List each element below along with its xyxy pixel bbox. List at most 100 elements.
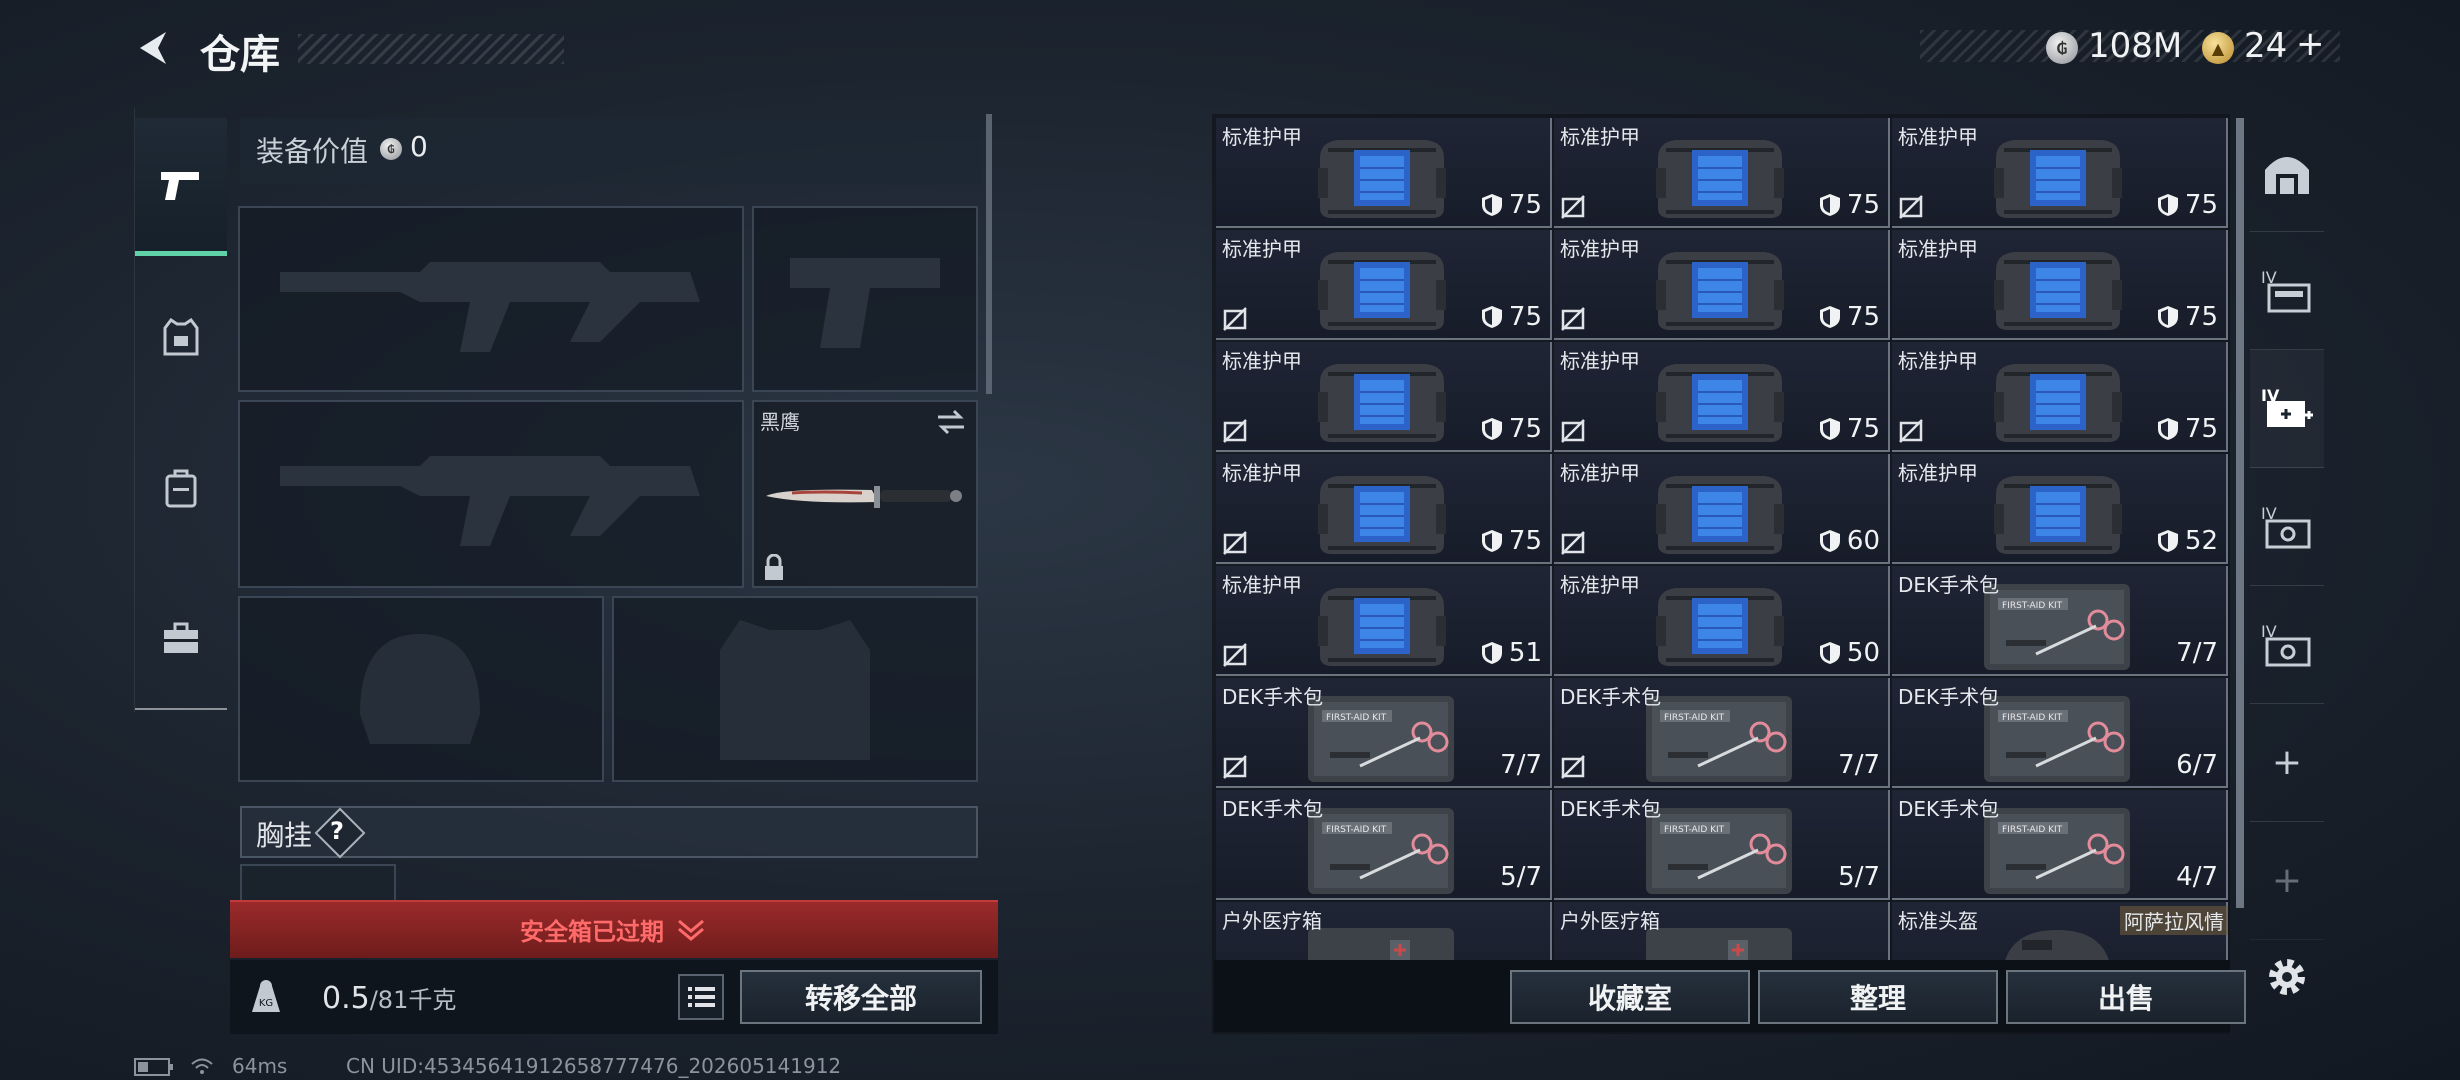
item-name: 标准护甲	[1222, 461, 1302, 485]
storage-item[interactable]: 标准护甲 52	[1892, 454, 2228, 564]
no-insurance-icon	[1561, 419, 1585, 443]
chest-rig-slot[interactable]	[240, 864, 396, 904]
storage-item[interactable]: 标准护甲 60	[1554, 454, 1890, 564]
armor-item-image	[1318, 588, 1446, 666]
armor-vest-icon	[163, 318, 199, 356]
helmet-slot[interactable]	[238, 596, 604, 782]
storage-item[interactable]: 标准护甲 75	[1216, 118, 1552, 228]
no-insurance-icon	[1899, 419, 1923, 443]
item-name: 户外医疗箱	[1222, 909, 1322, 933]
equipment-value-label: 装备价值	[256, 135, 369, 168]
secondary-weapon-slot[interactable]	[238, 400, 744, 588]
svg-text:FIRST-AID KIT: FIRST-AID KIT	[1326, 713, 1387, 723]
item-value-text: 5/7	[1838, 862, 1880, 892]
storage-item[interactable]: FIRST-AID KIT DEK手术包 7/7	[1892, 566, 2228, 676]
surgery-kit-image: FIRST-AID KIT	[1308, 696, 1454, 782]
list-view-button[interactable]	[678, 974, 724, 1020]
item-value-text: 75	[1508, 526, 1542, 556]
tab-supplies[interactable]	[135, 568, 227, 708]
swap-icon[interactable]	[934, 408, 968, 436]
weight-readout: 0.5/81千克	[322, 980, 456, 1016]
tab-backpack[interactable]	[135, 418, 227, 558]
melee-slot[interactable]: 黑鹰	[752, 400, 978, 588]
armor-item-image	[1656, 476, 1784, 554]
item-name: 标准护甲	[1222, 237, 1302, 261]
tab-warehouse[interactable]	[2250, 114, 2324, 232]
item-name: 标准护甲	[1222, 349, 1302, 373]
add-gold-button[interactable]: +	[2296, 24, 2325, 64]
storage-item[interactable]: 标准护甲 75	[1892, 342, 2228, 452]
storage-item[interactable]: FIRST-AID KIT DEK手术包 4/7	[1892, 790, 2228, 900]
storage-item[interactable]: FIRST-AID KIT DEK手术包 7/7	[1554, 678, 1890, 788]
item-name: DEK手术包	[1560, 797, 1662, 821]
storage-item[interactable]: 标准护甲 51	[1216, 566, 1552, 676]
tab-container-1[interactable]: IV	[2250, 232, 2324, 350]
storage-item[interactable]: 标准护甲 50	[1554, 566, 1890, 676]
settings-gear-icon[interactable]	[2262, 952, 2312, 1002]
item-value-text: 6/7	[2176, 750, 2218, 780]
storage-item[interactable]: 标准护甲 75	[1892, 118, 2228, 228]
armor-item-image	[1994, 252, 2122, 330]
item-value: 4/7	[2176, 862, 2218, 892]
item-name: 标准护甲	[1560, 461, 1640, 485]
item-name: 标准护甲	[1560, 349, 1640, 373]
weight-unit: 千克	[408, 986, 457, 1014]
item-value: 75	[1481, 414, 1542, 444]
item-value-text: 75	[1508, 302, 1542, 332]
no-insurance-icon	[1223, 643, 1247, 667]
sell-button[interactable]: 出售	[2006, 970, 2246, 1024]
item-value: 60	[1819, 526, 1880, 556]
transfer-all-button[interactable]: 转移全部	[740, 970, 982, 1024]
storage-item[interactable]: FIRST-AID KIT DEK手术包 7/7	[1216, 678, 1552, 788]
organize-button[interactable]: 整理	[1758, 970, 1998, 1024]
add-container-button-disabled[interactable]: +	[2250, 822, 2324, 940]
item-value: 75	[1481, 526, 1542, 556]
storage-item[interactable]: 标准护甲 75	[1554, 342, 1890, 452]
chevron-down-icon[interactable]	[676, 918, 706, 942]
item-value-text: 75	[1508, 414, 1542, 444]
item-value: 7/7	[2176, 638, 2218, 668]
storage-item[interactable]: 标准护甲 75	[1554, 118, 1890, 228]
item-value: 7/7	[1500, 750, 1542, 780]
collection-room-button[interactable]: 收藏室	[1510, 970, 1750, 1024]
shield-icon	[1819, 530, 1840, 552]
storage-item[interactable]: 标准护甲 75	[1216, 342, 1552, 452]
help-icon[interactable]: ?	[330, 817, 344, 845]
storage-item[interactable]: 户外医疗箱	[1216, 902, 1552, 960]
ping-text: 64ms	[232, 1054, 288, 1078]
tab-weapons[interactable]	[135, 118, 227, 256]
storage-item[interactable]: 标准护甲 75	[1216, 230, 1552, 340]
add-container-button[interactable]: +	[2250, 704, 2324, 822]
back-arrow-icon[interactable]	[132, 26, 176, 70]
storage-item[interactable]: 标准护甲 75	[1554, 230, 1890, 340]
item-value-text: 75	[1846, 190, 1880, 220]
lock-icon	[765, 554, 783, 580]
armor-item-image	[1656, 364, 1784, 442]
outdoor-medbox-image	[1308, 928, 1454, 960]
tab-armor[interactable]	[135, 268, 227, 408]
storage-scrollbar[interactable]	[2236, 118, 2244, 908]
storage-item[interactable]: FIRST-AID KIT DEK手术包 5/7	[1216, 790, 1552, 900]
vest-silhouette-icon	[720, 620, 870, 760]
sidearm-slot[interactable]	[752, 206, 978, 392]
equipment-scrollbar[interactable]	[986, 114, 992, 394]
storage-item[interactable]: FIRST-AID KIT DEK手术包 6/7	[1892, 678, 2228, 788]
body-armor-slot[interactable]	[612, 596, 978, 782]
item-value-text: 75	[2184, 302, 2218, 332]
storage-item[interactable]: 标准护甲 75	[1892, 230, 2228, 340]
tab-container-2[interactable]: IV	[2250, 350, 2324, 468]
tab-container-4[interactable]: IV	[2250, 586, 2324, 704]
item-name: 标准护甲	[1222, 125, 1302, 149]
plus-icon: +	[2271, 742, 2303, 783]
tab-container-3[interactable]: IV	[2250, 468, 2324, 586]
storage-grid: 标准护甲 75 标准护甲 75 标准护甲 75 标准护甲 75 标准护甲 75 标准护甲 75 标准护甲…	[1216, 118, 2230, 960]
storage-item[interactable]: FIRST-AID KIT DEK手术包 5/7	[1554, 790, 1890, 900]
item-value: 52	[2157, 526, 2218, 556]
page-title: 仓库	[200, 32, 280, 78]
surgery-kit-image: FIRST-AID KIT	[1984, 696, 2130, 782]
medical-case-icon: IV	[2261, 386, 2313, 427]
armor-item-image	[1318, 252, 1446, 330]
storage-item[interactable]: 标准护甲 75	[1216, 454, 1552, 564]
primary-weapon-slot[interactable]	[238, 206, 744, 392]
storage-item[interactable]: 户外医疗箱	[1554, 902, 1890, 960]
